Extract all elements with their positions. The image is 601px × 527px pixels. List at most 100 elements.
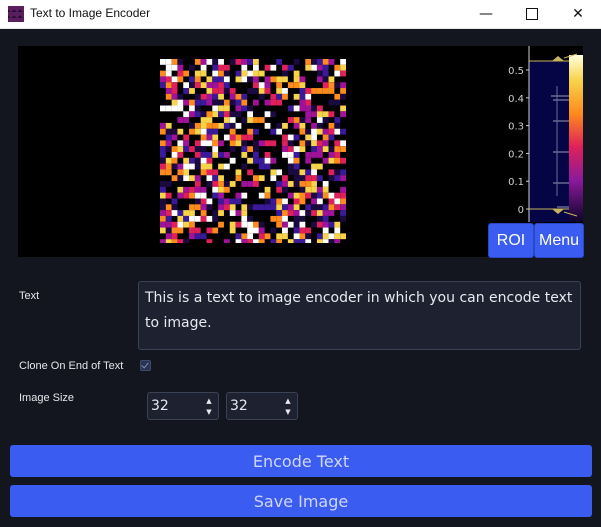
- pixel: [328, 210, 335, 216]
- menu-button[interactable]: Menu: [534, 223, 584, 258]
- pixel: [183, 70, 190, 77]
- pixel: [322, 82, 329, 89]
- pixel: [276, 169, 283, 176]
- pixel: [316, 215, 323, 222]
- pixel: [165, 140, 172, 147]
- roi-button[interactable]: ROI: [488, 223, 534, 258]
- pixel: [171, 134, 178, 141]
- pixel: [183, 215, 190, 222]
- pixel: [165, 122, 172, 129]
- pixel: [282, 186, 288, 193]
- pixel: [160, 76, 166, 83]
- pixel: [299, 140, 306, 147]
- pixel: [171, 221, 178, 228]
- pixel: [200, 146, 207, 152]
- pixel: [311, 163, 317, 170]
- width-up-icon[interactable]: ▲: [204, 396, 214, 406]
- pixel: [316, 122, 323, 129]
- tick-label: 0.3: [508, 122, 524, 133]
- width-spinbox[interactable]: 32 ▲ ▼: [147, 392, 219, 420]
- maximize-icon: [526, 8, 538, 20]
- width-down-icon[interactable]: ▼: [204, 407, 214, 417]
- pixel: [299, 198, 306, 205]
- pixel: [270, 204, 277, 211]
- encode-text-button[interactable]: Encode Text: [10, 445, 592, 477]
- pixel: [194, 163, 201, 170]
- app-body: 0.5 0.4 0.3 0.2 0.1 0 ROI Menu Text This is a…: [0, 29, 601, 527]
- pixel: [160, 105, 166, 112]
- pixel: [194, 93, 201, 100]
- pixel: [328, 128, 335, 135]
- pixel: [229, 140, 236, 147]
- pixel: [282, 221, 288, 228]
- maximize-button[interactable]: [509, 0, 555, 28]
- pixel: [282, 122, 288, 129]
- pixel: [160, 215, 166, 222]
- pixel: [212, 111, 219, 118]
- pixel: [247, 239, 253, 243]
- pixel: [194, 233, 201, 240]
- pixel: [340, 140, 346, 147]
- pixel: [282, 210, 288, 216]
- pixel: [212, 227, 219, 234]
- pixel: [218, 99, 224, 106]
- pixel: [276, 239, 283, 243]
- minimize-button[interactable]: —: [463, 0, 509, 28]
- pixel: [322, 204, 329, 211]
- pixel: [160, 204, 166, 211]
- pixel: [212, 99, 219, 106]
- pixel: [160, 181, 166, 187]
- height-up-icon[interactable]: ▲: [283, 396, 293, 406]
- pixel: [160, 192, 166, 199]
- pixel: [165, 88, 172, 94]
- pixel: [189, 76, 195, 83]
- pixel: [340, 146, 346, 152]
- pixel: [293, 221, 300, 228]
- pixel: [311, 146, 317, 152]
- pixel: [305, 239, 312, 243]
- pixel: [322, 221, 329, 228]
- pixel: [293, 93, 300, 100]
- pixel: [287, 204, 294, 211]
- pixel: [316, 59, 323, 65]
- pixel: [235, 192, 242, 199]
- height-down-icon[interactable]: ▼: [283, 407, 293, 417]
- pixel: [311, 204, 317, 211]
- pixel: [229, 99, 236, 106]
- close-button[interactable]: ✕: [555, 0, 601, 28]
- pixel: [299, 186, 306, 193]
- pixel: [177, 99, 184, 106]
- pixel: [160, 128, 166, 135]
- pixel: [253, 221, 259, 228]
- pixel: [328, 169, 335, 176]
- pixel: [177, 146, 184, 152]
- pixel: [253, 88, 259, 94]
- pixel: [293, 215, 300, 222]
- pixel: [264, 152, 271, 158]
- pixel: [322, 157, 329, 164]
- pixel: [299, 122, 306, 129]
- pixel: [264, 76, 271, 83]
- pixel: [189, 186, 195, 193]
- pixel: [270, 140, 277, 147]
- pixel: [311, 134, 317, 141]
- pixel: [177, 210, 184, 216]
- pixel: [212, 88, 219, 94]
- pixel: [200, 186, 207, 193]
- pixel: [223, 186, 230, 193]
- pixel: [316, 64, 323, 71]
- pixel: [171, 64, 178, 71]
- pixel: [171, 163, 178, 170]
- text-input[interactable]: This is a text to image encoder in which…: [138, 281, 581, 350]
- pixel: [293, 233, 300, 240]
- save-image-button[interactable]: Save Image: [10, 485, 592, 517]
- pixel: [328, 233, 335, 240]
- pixel: [171, 210, 178, 216]
- pixel: [258, 93, 265, 100]
- pixel: [200, 157, 207, 164]
- clone-checkbox[interactable]: [140, 360, 151, 371]
- height-spinbox[interactable]: 32 ▲ ▼: [226, 392, 298, 420]
- pixel: [328, 175, 335, 182]
- pixel: [212, 215, 219, 222]
- width-value: 32: [151, 398, 169, 414]
